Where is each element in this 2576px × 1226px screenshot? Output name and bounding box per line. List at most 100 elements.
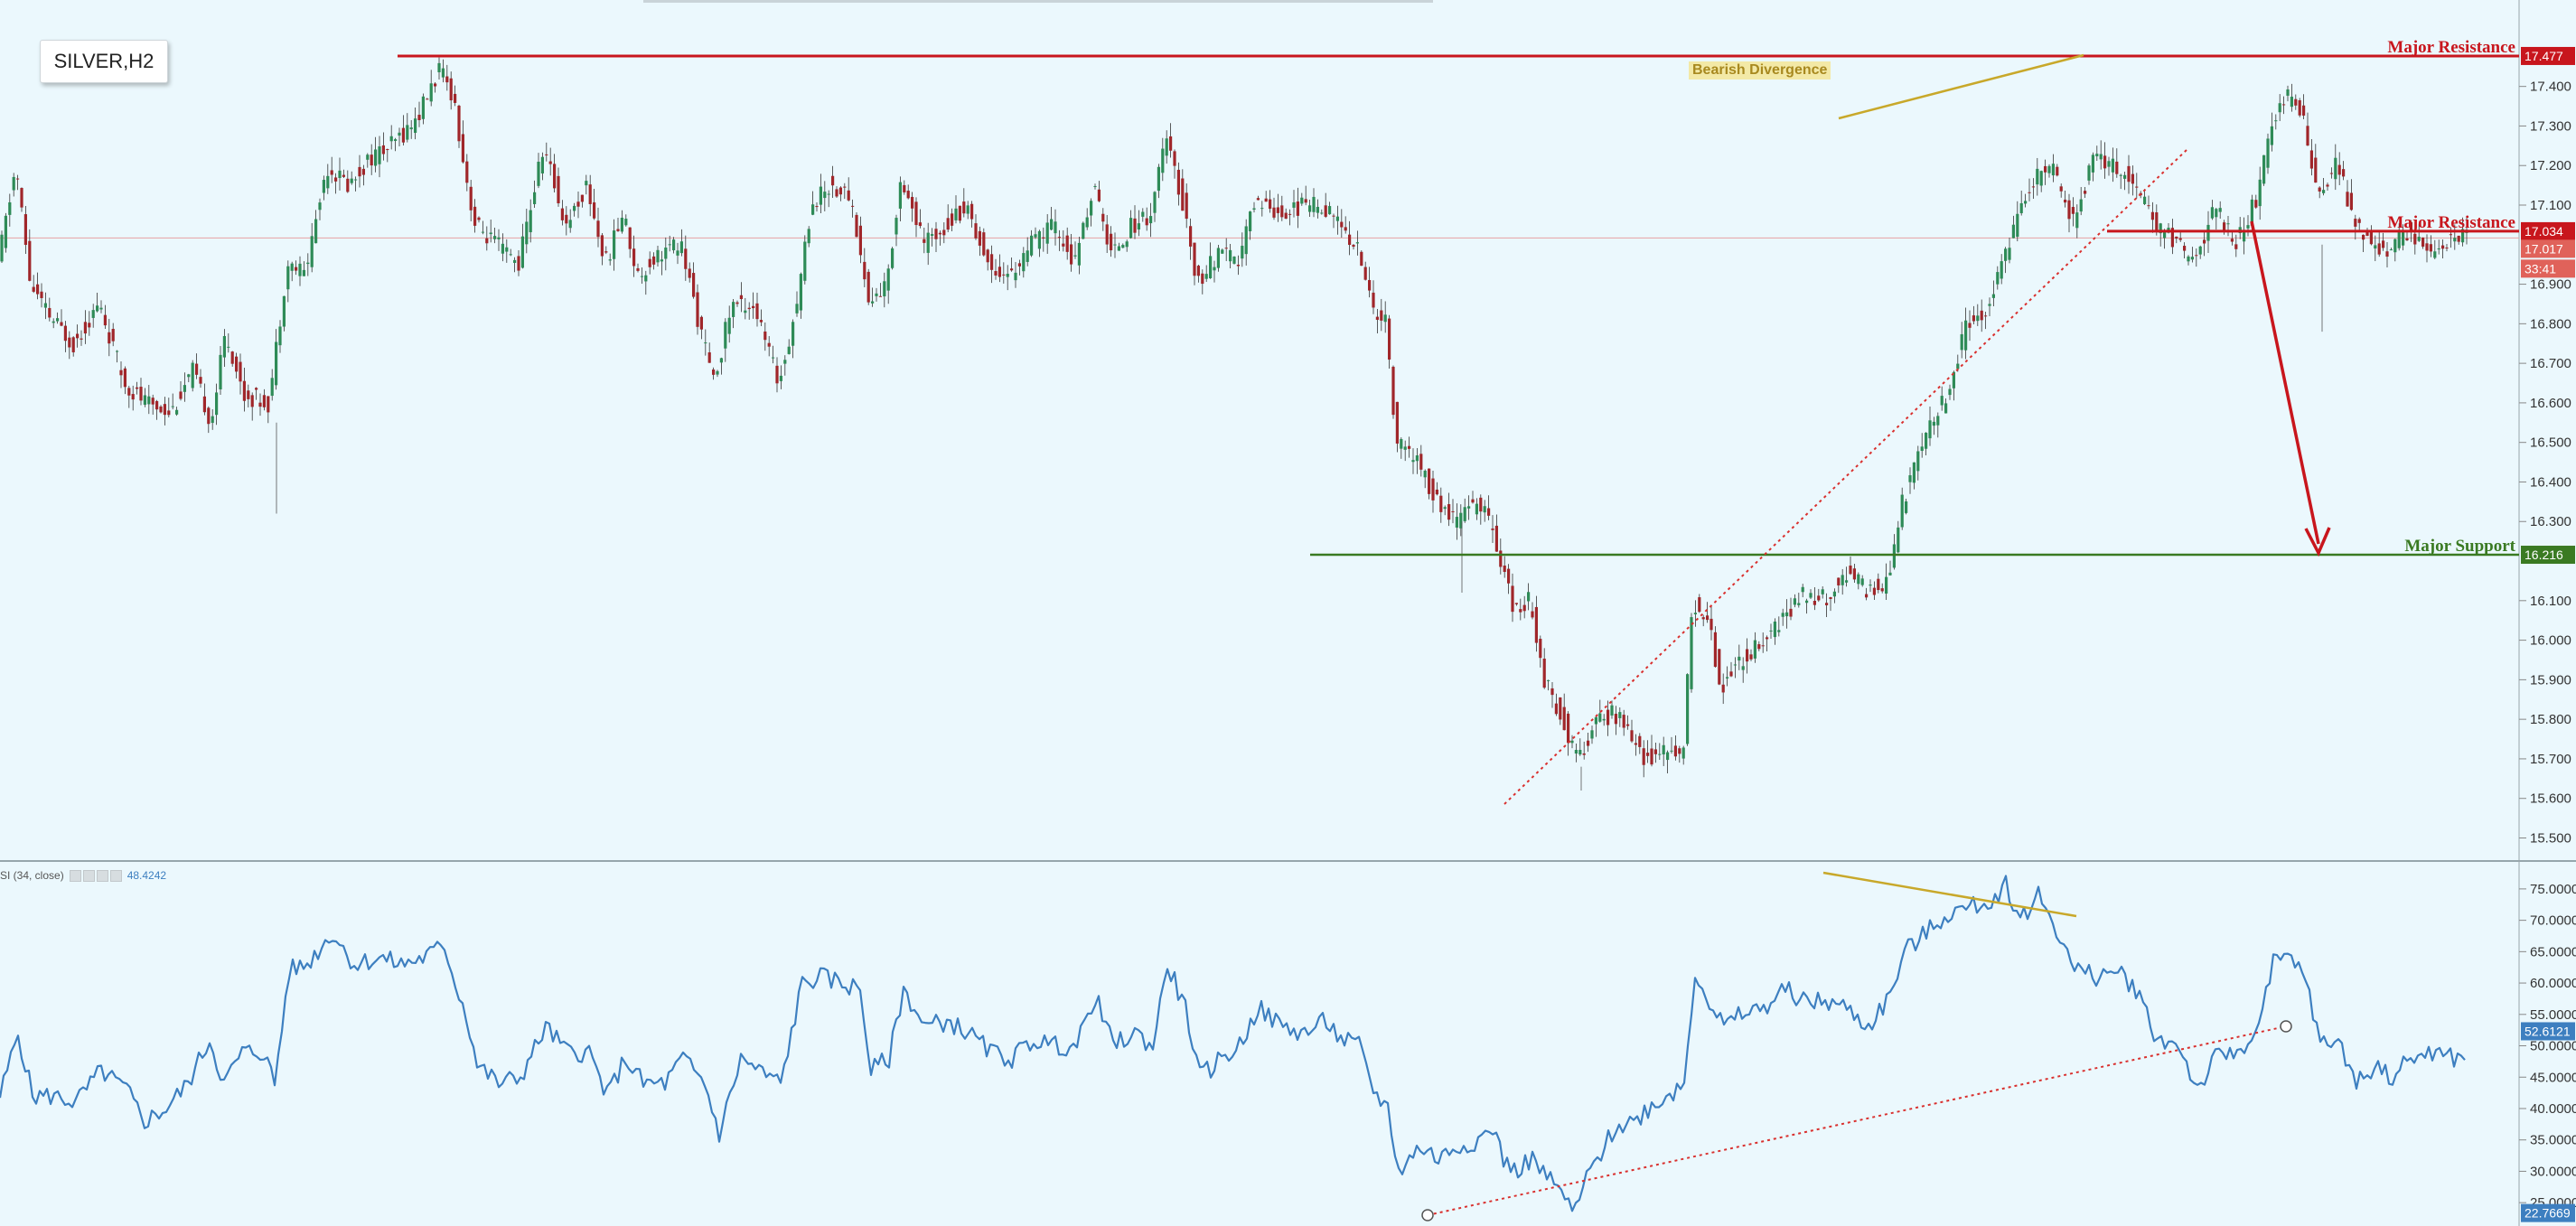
- candle-body: [63, 325, 67, 342]
- candle-body: [406, 125, 409, 140]
- price-tick-label: 15.600: [2530, 791, 2571, 807]
- candle-body: [1940, 396, 1944, 406]
- candle-body: [1435, 489, 1438, 495]
- major-resistance-label-top: Major Resistance: [2387, 38, 2515, 57]
- overlays: Major Resistance Major Resistance Major Su…: [398, 38, 2519, 805]
- more-icon[interactable]: [109, 869, 122, 882]
- candle-body: [2039, 171, 2043, 186]
- oscillator-tick-label: 55.0000: [2530, 1007, 2576, 1023]
- candle-body: [270, 378, 274, 397]
- candle-body: [1137, 223, 1140, 230]
- candle-body: [136, 387, 139, 389]
- settings-icon[interactable]: [82, 869, 95, 882]
- candle-body: [2004, 248, 2008, 261]
- candle-body: [1272, 207, 1276, 218]
- candle-body: [1960, 333, 1963, 351]
- grid: [0, 0, 2576, 1226]
- candle-body: [361, 168, 365, 175]
- candle-body: [692, 273, 696, 297]
- candle-body: [898, 182, 902, 209]
- candle-body: [2306, 126, 2309, 146]
- candle-body: [2270, 126, 2273, 145]
- candle-body: [322, 180, 325, 193]
- candle-body: [250, 395, 254, 407]
- candle-body: [752, 305, 755, 309]
- candle-body: [1431, 478, 1435, 501]
- candle-body: [1260, 208, 1264, 210]
- candle-body: [1590, 730, 1594, 739]
- candle-body: [847, 190, 850, 201]
- candle-body: [23, 214, 27, 245]
- candle-body: [2262, 154, 2266, 184]
- candle-body: [1574, 749, 1578, 754]
- candle-body: [2282, 104, 2286, 106]
- candle-body: [350, 178, 353, 183]
- candle-body: [1749, 654, 1753, 660]
- candle-body: [548, 161, 552, 164]
- candle-body: [1852, 568, 1856, 580]
- candle-body: [747, 307, 751, 310]
- symbol-label[interactable]: SILVER,H2: [40, 40, 168, 83]
- candle-body: [1813, 600, 1816, 605]
- candle-body: [1344, 227, 1347, 231]
- candle-body: [2127, 165, 2131, 182]
- candle-body: [2254, 200, 2258, 208]
- candle-body: [242, 380, 246, 401]
- candle-body: [2218, 208, 2222, 212]
- candle-body: [1713, 632, 1717, 668]
- candle-body: [1391, 366, 1395, 416]
- candle-body: [540, 156, 544, 173]
- candle-body: [290, 263, 294, 271]
- candle-body: [962, 201, 966, 214]
- candle-body: [2274, 120, 2278, 122]
- candle-body: [2123, 174, 2127, 179]
- candle-body: [520, 236, 524, 268]
- candle-body: [282, 295, 286, 327]
- support-tag: 16.216: [2524, 547, 2563, 562]
- candle-body: [1630, 730, 1634, 742]
- candle-body: [1269, 199, 1272, 210]
- candle-body: [1817, 595, 1821, 601]
- candle-body: [891, 248, 895, 268]
- candle-body: [1105, 224, 1109, 245]
- candle-body: [2425, 243, 2429, 251]
- chart-canvas[interactable]: Major Resistance Major Resistance Major Su…: [0, 0, 2576, 1226]
- candle-body: [1738, 656, 1741, 661]
- candle-body: [568, 220, 572, 229]
- candle-body: [529, 210, 532, 233]
- major-support-label: Major Support: [2404, 537, 2515, 556]
- candle-body: [966, 205, 970, 214]
- candle-body: [763, 331, 767, 341]
- candle-body: [477, 217, 481, 220]
- candle-body: [2024, 201, 2028, 204]
- candle-body: [1905, 501, 1908, 513]
- close-icon[interactable]: [96, 869, 108, 882]
- visibility-icon[interactable]: [69, 869, 81, 882]
- candle-body: [437, 62, 441, 73]
- candle-body: [1888, 572, 1892, 576]
- candle-body: [1860, 578, 1864, 585]
- candle-body: [1991, 294, 1995, 298]
- candle-body: [1499, 550, 1503, 567]
- candle-body: [1439, 495, 1443, 512]
- candle-body: [310, 236, 314, 267]
- oscillator-controls[interactable]: [69, 869, 122, 882]
- candle-body: [1761, 645, 1765, 647]
- price-tick-label: 16.300: [2530, 514, 2571, 529]
- candle-body: [505, 247, 509, 252]
- candle-body: [1773, 621, 1776, 638]
- candle-body: [795, 304, 799, 314]
- candle-body: [823, 192, 827, 199]
- candle-body: [2028, 192, 2031, 193]
- candle-body: [386, 149, 389, 151]
- candle-body: [421, 96, 425, 119]
- price-tick-label: 16.800: [2530, 316, 2571, 332]
- candle-body: [1522, 604, 1526, 612]
- candle-body: [2198, 246, 2202, 255]
- oscillator-tick-label: 40.0000: [2530, 1101, 2576, 1117]
- candle-body: [1494, 525, 1498, 552]
- candle-body: [202, 396, 206, 413]
- candle-body: [1519, 609, 1522, 613]
- candle-body: [2044, 165, 2047, 173]
- candle-body: [1487, 508, 1491, 516]
